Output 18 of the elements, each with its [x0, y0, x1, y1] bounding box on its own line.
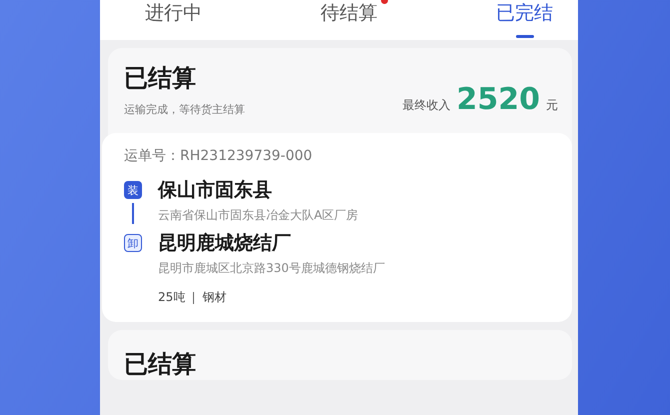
cargo-info: 25吨	[158, 289, 186, 306]
tab[interactable]: 待结算	[320, 0, 378, 40]
status-note: 运输完成，等待货主结算	[124, 102, 245, 117]
income-label: 最终收入	[402, 97, 450, 114]
cargo-info: 钢材	[202, 289, 226, 306]
currency-unit: 元	[546, 97, 558, 114]
tab[interactable]: 已完结	[496, 0, 553, 40]
place-name: 保山市固东县	[158, 178, 273, 203]
place-address: 昆明市鹿城区北京路330号鹿城德钢烧结厂	[158, 260, 386, 277]
waybill-number: 运单号：RH231239739-000	[124, 147, 314, 165]
unload-tag: 卸	[124, 234, 142, 252]
place-name: 昆明鹿城烧结厂	[158, 231, 292, 256]
income-amount: 2520	[456, 82, 540, 117]
place-address: 云南省保山市固东县冶金大队A区厂房	[158, 207, 360, 224]
order-status: 已结算	[124, 63, 197, 94]
tab[interactable]: 进行中	[145, 0, 202, 40]
order-status: 已结算	[124, 349, 197, 380]
load-tag: 装	[124, 181, 142, 199]
